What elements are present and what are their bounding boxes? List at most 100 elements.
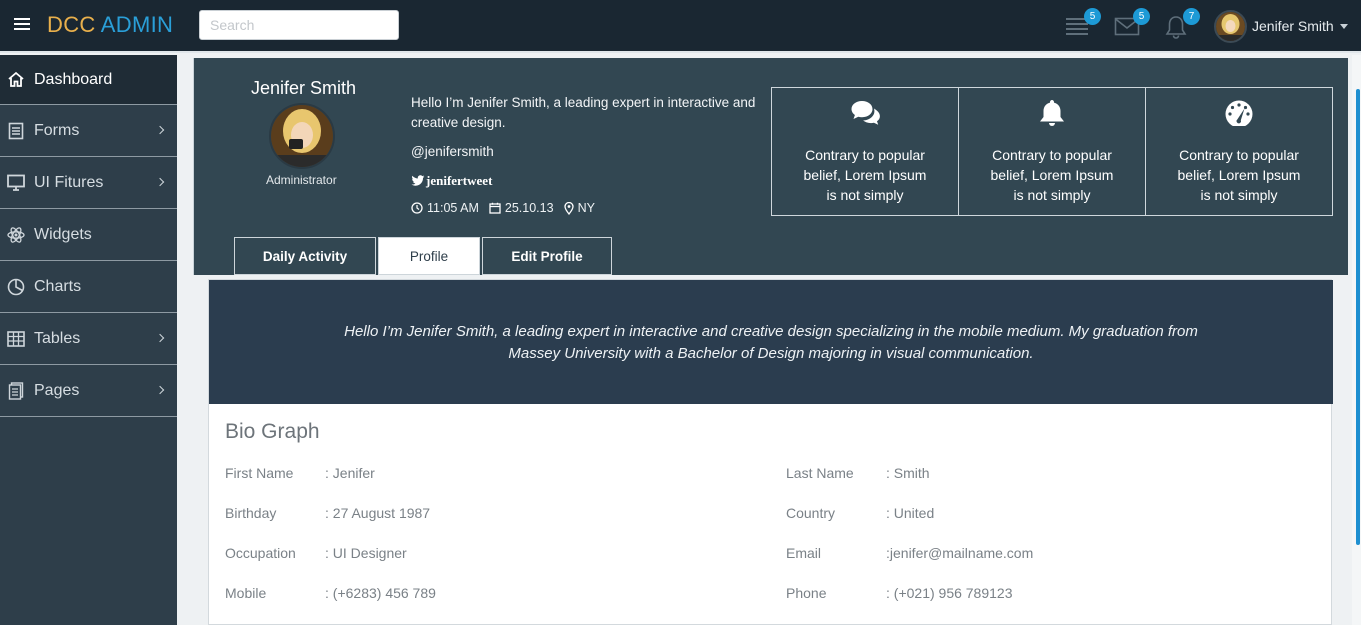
calendar-icon: [489, 202, 501, 214]
bio-field-mobile: Mobile : (+6283) 456 789: [225, 585, 436, 601]
document-icon: [6, 121, 26, 141]
menu-toggle-icon[interactable]: [14, 18, 30, 32]
twitter-handle: jenifertweet: [426, 173, 493, 188]
profile-intro: Hello I’m Jenifer Smith, a leading exper…: [411, 95, 756, 130]
tasks-badge: 5: [1084, 8, 1101, 25]
bio-value: : Smith: [886, 465, 930, 481]
app-logo[interactable]: DCC ADMIN: [47, 12, 173, 38]
sidebar-item-label: Pages: [34, 381, 80, 399]
bell-icon: [1040, 100, 1064, 126]
atom-icon: [6, 225, 26, 245]
bio-label: Email: [786, 545, 822, 561]
mail-notification[interactable]: 5: [1114, 8, 1150, 39]
sidebar-item-label: Dashboard: [34, 70, 113, 88]
bio-label: Last Name: [786, 465, 854, 481]
bio-field-first-name: First Name : Jenifer: [225, 465, 375, 481]
about-text: Hello I’m Jenifer Smith, a leading exper…: [344, 323, 1198, 362]
alerts-notification[interactable]: 7: [1164, 8, 1200, 39]
dashboard-icon: [1225, 100, 1253, 126]
bio-value: : UI Designer: [325, 545, 407, 561]
info-box: Contrary to popular belief, Lorem Ipsum …: [1145, 87, 1333, 216]
profile-tabs: Daily Activity Profile Edit Profile: [234, 237, 614, 275]
profile-name: Jenifer Smith: [251, 78, 357, 98]
sidebar-item-dashboard[interactable]: Dashboard: [0, 55, 177, 105]
logo-part2: ADMIN: [100, 12, 174, 37]
sidebar-item-forms[interactable]: Forms: [0, 105, 177, 157]
bio-value: :jenifer@mailname.com: [886, 545, 1034, 561]
about-banner: Hello I’m Jenifer Smith, a leading exper…: [209, 280, 1333, 404]
bio-field-birthday: Birthday : 27 August 1987: [225, 505, 430, 521]
info-box: Contrary to popular belief, Lorem Ipsum …: [958, 87, 1146, 216]
avatar: [1214, 9, 1247, 43]
search-input[interactable]: [199, 10, 399, 40]
sidebar-item-pages[interactable]: Pages: [0, 365, 177, 417]
bio-value: : United: [886, 505, 935, 521]
page-scrollbar[interactable]: [1352, 55, 1361, 625]
profile-time: 11:05 AM: [427, 201, 479, 215]
chevron-right-icon: [155, 177, 165, 187]
profile-avatar: [269, 103, 335, 169]
chevron-right-icon: [155, 385, 165, 395]
tab-edit-profile[interactable]: Edit Profile: [482, 237, 612, 275]
bio-label: Phone: [786, 585, 827, 601]
bio-value: : 27 August 1987: [325, 505, 431, 521]
top-navbar: DCC ADMIN 5 5 7 Jenifer Smith: [0, 0, 1361, 53]
info-box-text: Contrary to popular belief, Lorem Ipsum …: [803, 147, 927, 203]
home-icon: [6, 70, 26, 90]
bio-label: Country: [786, 505, 836, 521]
sidebar-item-widgets[interactable]: Widgets: [0, 209, 177, 261]
bio-label: First Name: [225, 465, 294, 481]
alerts-badge: 7: [1183, 8, 1200, 25]
bio-field-country: Country : United: [786, 505, 934, 521]
sidebar-item-ui-fitures[interactable]: UI Fitures: [0, 157, 177, 209]
sidebar-item-tables[interactable]: Tables: [0, 313, 177, 365]
monitor-icon: [6, 173, 26, 193]
sidebar-item-charts[interactable]: Charts: [0, 261, 177, 313]
pages-icon: [6, 381, 26, 401]
comments-icon: [851, 101, 880, 125]
profile-meta: 11:05 AM 25.10.13 NY: [411, 201, 605, 215]
chevron-down-icon: [1339, 23, 1348, 29]
mail-badge: 5: [1133, 8, 1150, 25]
bio-value: : Jenifer: [325, 465, 375, 481]
bio-value: : (+6283) 456 789: [325, 585, 436, 601]
sidebar-item-label: UI Fitures: [34, 173, 104, 191]
profile-header: Jenifer Smith Administrator Hello I’m Je…: [193, 58, 1348, 275]
pie-chart-icon: [6, 277, 26, 297]
sidebar-item-label: Forms: [34, 121, 80, 139]
tab-daily-activity[interactable]: Daily Activity: [234, 237, 376, 275]
bio-field-phone: Phone : (+021) 956 789123: [786, 585, 1013, 601]
tasks-notification[interactable]: 5: [1065, 8, 1101, 39]
chevron-right-icon: [155, 333, 165, 343]
profile-panel: Hello I’m Jenifer Smith, a leading exper…: [208, 279, 1333, 625]
user-menu[interactable]: Jenifer Smith: [1214, 9, 1348, 43]
bio-graph-title: Bio Graph: [225, 420, 320, 443]
profile-role: Administrator: [266, 173, 337, 187]
chevron-right-icon: [155, 125, 165, 135]
sidebar-item-label: Tables: [34, 329, 81, 347]
bio-field-occupation: Occupation : UI Designer: [225, 545, 407, 561]
main-content: Jenifer Smith Administrator Hello I’m Je…: [183, 55, 1349, 625]
profile-handle: @jenifersmith: [411, 144, 494, 159]
twitter-link[interactable]: jenifertweet: [411, 173, 492, 189]
clock-icon: [411, 202, 423, 214]
bio-label: Birthday: [225, 505, 277, 521]
info-box: Contrary to popular belief, Lorem Ipsum …: [771, 87, 959, 216]
info-boxes: Contrary to popular belief, Lorem Ipsum …: [771, 87, 1333, 216]
scrollbar-thumb[interactable]: [1356, 89, 1360, 545]
user-name: Jenifer Smith: [1252, 18, 1334, 34]
twitter-icon: [411, 175, 425, 186]
table-icon: [6, 329, 26, 349]
profile-location: NY: [577, 201, 595, 215]
bio-value: : (+021) 956 789123: [886, 585, 1013, 601]
sidebar-item-label: Charts: [34, 277, 82, 295]
tab-profile[interactable]: Profile: [378, 237, 480, 275]
info-box-text: Contrary to popular belief, Lorem Ipsum …: [1177, 147, 1301, 203]
profile-date: 25.10.13: [504, 201, 554, 215]
bio-label: Occupation: [225, 545, 296, 561]
logo-part1: DCC: [47, 12, 96, 37]
bio-label: Mobile: [225, 585, 267, 601]
sidebar-item-label: Widgets: [34, 225, 92, 243]
bio-field-last-name: Last Name : Smith: [786, 465, 930, 481]
info-box-text: Contrary to popular belief, Lorem Ipsum …: [990, 147, 1114, 203]
